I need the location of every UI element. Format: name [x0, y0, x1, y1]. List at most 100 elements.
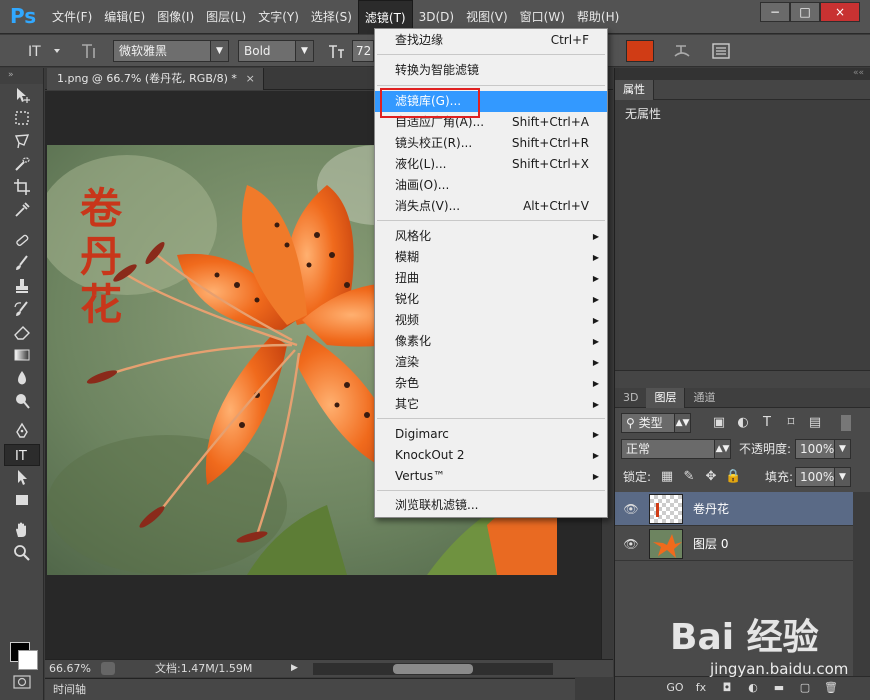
- menu-item-sharpen[interactable]: 锐化 ▶: [375, 289, 607, 310]
- close-tab-icon[interactable]: ×: [246, 68, 255, 90]
- eraser-tool-icon[interactable]: [4, 322, 40, 344]
- zoom-level[interactable]: 66.67%: [49, 660, 91, 677]
- eyedropper-tool-icon[interactable]: [4, 200, 40, 222]
- type-filter-icon[interactable]: T: [759, 415, 775, 431]
- scrollbar-thumb[interactable]: [393, 664, 473, 674]
- font-size-field[interactable]: 72: [352, 40, 374, 62]
- font-family-select[interactable]: 微软雅黑 ▼: [113, 40, 229, 62]
- menu-file[interactable]: 文件(F): [46, 0, 98, 34]
- menu-item-noise[interactable]: 杂色 ▶: [375, 373, 607, 394]
- zoom-tool-icon[interactable]: [4, 543, 40, 565]
- lock-position-icon[interactable]: ✥: [703, 469, 719, 485]
- dodge-tool-icon[interactable]: [4, 391, 40, 413]
- font-style-select[interactable]: Bold ▼: [238, 40, 314, 62]
- rectangle-tool-icon[interactable]: [4, 490, 40, 512]
- crop-tool-icon[interactable]: [4, 177, 40, 199]
- menu-item-other[interactable]: 其它 ▶: [375, 394, 607, 415]
- menu-item-oil-paint[interactable]: 油画(O)...: [375, 175, 607, 196]
- menu-item-distort[interactable]: 扭曲 ▶: [375, 268, 607, 289]
- pixel-filter-icon[interactable]: ▣: [711, 415, 727, 431]
- path-select-tool-icon[interactable]: [4, 467, 40, 489]
- brush-tool-icon[interactable]: [4, 253, 40, 275]
- hand-tool-icon[interactable]: [4, 520, 40, 542]
- quick-mask-icon[interactable]: [12, 674, 34, 690]
- menu-item-stylize[interactable]: 风格化 ▶: [375, 226, 607, 247]
- text-orientation-icon[interactable]: [78, 40, 100, 62]
- blur-tool-icon[interactable]: [4, 368, 40, 390]
- maximize-button[interactable]: □: [790, 2, 820, 22]
- layer-row-text[interactable]: 👁 卷丹花: [615, 492, 853, 526]
- move-tool-icon[interactable]: [4, 85, 40, 107]
- tab-channels[interactable]: 通道: [685, 388, 723, 408]
- marquee-tool-icon[interactable]: [4, 108, 40, 130]
- layer-row-image[interactable]: 👁 图层 0: [615, 527, 853, 561]
- tab-layers[interactable]: 图层: [646, 388, 686, 408]
- menu-item-label: 锐化: [395, 292, 420, 306]
- shape-filter-icon[interactable]: ⌑: [783, 415, 799, 431]
- lock-all-icon[interactable]: 🔒: [725, 469, 741, 485]
- menu-item-digimarc[interactable]: Digimarc ▶: [375, 424, 607, 445]
- character-panel-icon[interactable]: [710, 40, 732, 62]
- text-color-swatch[interactable]: [626, 40, 654, 62]
- lock-label: 锁定:: [623, 470, 652, 484]
- eye-icon[interactable]: 👁: [623, 536, 639, 552]
- panel-collapse-bar[interactable]: ««: [615, 68, 870, 80]
- menu-item-video[interactable]: 视频 ▶: [375, 310, 607, 331]
- lasso-tool-icon[interactable]: [4, 131, 40, 153]
- history-brush-tool-icon[interactable]: [4, 299, 40, 321]
- canvas-title-text: 卷丹花: [79, 184, 122, 329]
- status-menu-arrow-icon[interactable]: ▶: [291, 660, 298, 677]
- lock-image-icon[interactable]: ✎: [681, 469, 697, 485]
- document-tab[interactable]: 1.png @ 66.7% (卷丹花, RGB/8) * ×: [47, 68, 264, 90]
- font-size-value: 72: [356, 44, 372, 58]
- type-tool-icon[interactable]: IT: [4, 444, 40, 466]
- tab-3d[interactable]: 3D: [615, 388, 646, 408]
- timeline-panel-tab[interactable]: 时间轴: [45, 678, 575, 700]
- tab-properties[interactable]: 属性: [615, 80, 654, 100]
- menu-item-lens-correction[interactable]: 镜头校正(R)... Shift+Ctrl+R: [375, 133, 607, 154]
- menu-item-label: 镜头校正(R)...: [395, 136, 473, 150]
- close-button[interactable]: ×: [820, 2, 860, 22]
- clone-stamp-tool-icon[interactable]: [4, 276, 40, 298]
- menu-item-vanishing-point[interactable]: 消失点(V)... Alt+Ctrl+V: [375, 196, 607, 217]
- opacity-field[interactable]: 100% ▼: [795, 439, 851, 459]
- warp-text-icon[interactable]: [672, 40, 692, 62]
- lock-transparent-icon[interactable]: ▦: [659, 469, 675, 485]
- menu-item-knockout[interactable]: KnockOut 2 ▶: [375, 445, 607, 466]
- menu-item-blur[interactable]: 模糊 ▶: [375, 247, 607, 268]
- fill-field[interactable]: 100% ▼: [795, 467, 851, 487]
- status-info-icon[interactable]: [101, 662, 115, 675]
- menu-item-label: 视频: [395, 313, 420, 327]
- quick-select-tool-icon[interactable]: [4, 154, 40, 176]
- menu-item-pixelate[interactable]: 像素化 ▶: [375, 331, 607, 352]
- pen-tool-icon[interactable]: [4, 421, 40, 443]
- menu-item-find-edges[interactable]: 查找边缘 Ctrl+F: [375, 30, 607, 51]
- menu-item-liquify[interactable]: 液化(L)... Shift+Ctrl+X: [375, 154, 607, 175]
- background-color-swatch[interactable]: [18, 650, 38, 670]
- type-tool-preset-icon[interactable]: IT: [24, 40, 64, 62]
- gradient-tool-icon[interactable]: [4, 345, 40, 367]
- menu-item-convert-smart-filter[interactable]: 转换为智能滤镜: [375, 60, 607, 81]
- menu-type[interactable]: 文字(Y): [252, 0, 305, 34]
- filter-toggle-switch[interactable]: [841, 415, 851, 431]
- submenu-arrow-icon: ▶: [592, 379, 599, 388]
- menu-item-render[interactable]: 渲染 ▶: [375, 352, 607, 373]
- menu-image[interactable]: 图像(I): [151, 0, 200, 34]
- eye-icon[interactable]: 👁: [623, 501, 639, 517]
- blend-mode-select[interactable]: 正常 ▲▼: [621, 439, 731, 459]
- canvas-horizontal-scrollbar[interactable]: [313, 663, 553, 675]
- healing-brush-tool-icon[interactable]: [4, 230, 40, 252]
- layer-filter-select[interactable]: ⚲ 类型 ▲▼: [621, 413, 691, 433]
- adjustment-filter-icon[interactable]: ◐: [735, 415, 751, 431]
- toolbox-grip[interactable]: »: [0, 68, 43, 84]
- menu-layer[interactable]: 图层(L): [200, 0, 252, 34]
- menu-item-vertus[interactable]: Vertus™ ▶: [375, 466, 607, 487]
- toolbox: » IT: [0, 68, 44, 700]
- menu-select[interactable]: 选择(S): [305, 0, 358, 34]
- menu-item-label: 查找边缘: [395, 33, 444, 47]
- menu-separator: [377, 490, 605, 491]
- smart-object-filter-icon[interactable]: ▤: [807, 415, 823, 431]
- menu-edit[interactable]: 编辑(E): [98, 0, 151, 34]
- menu-item-browse-online-filters[interactable]: 浏览联机滤镜...: [375, 495, 607, 516]
- minimize-button[interactable]: −: [760, 2, 790, 22]
